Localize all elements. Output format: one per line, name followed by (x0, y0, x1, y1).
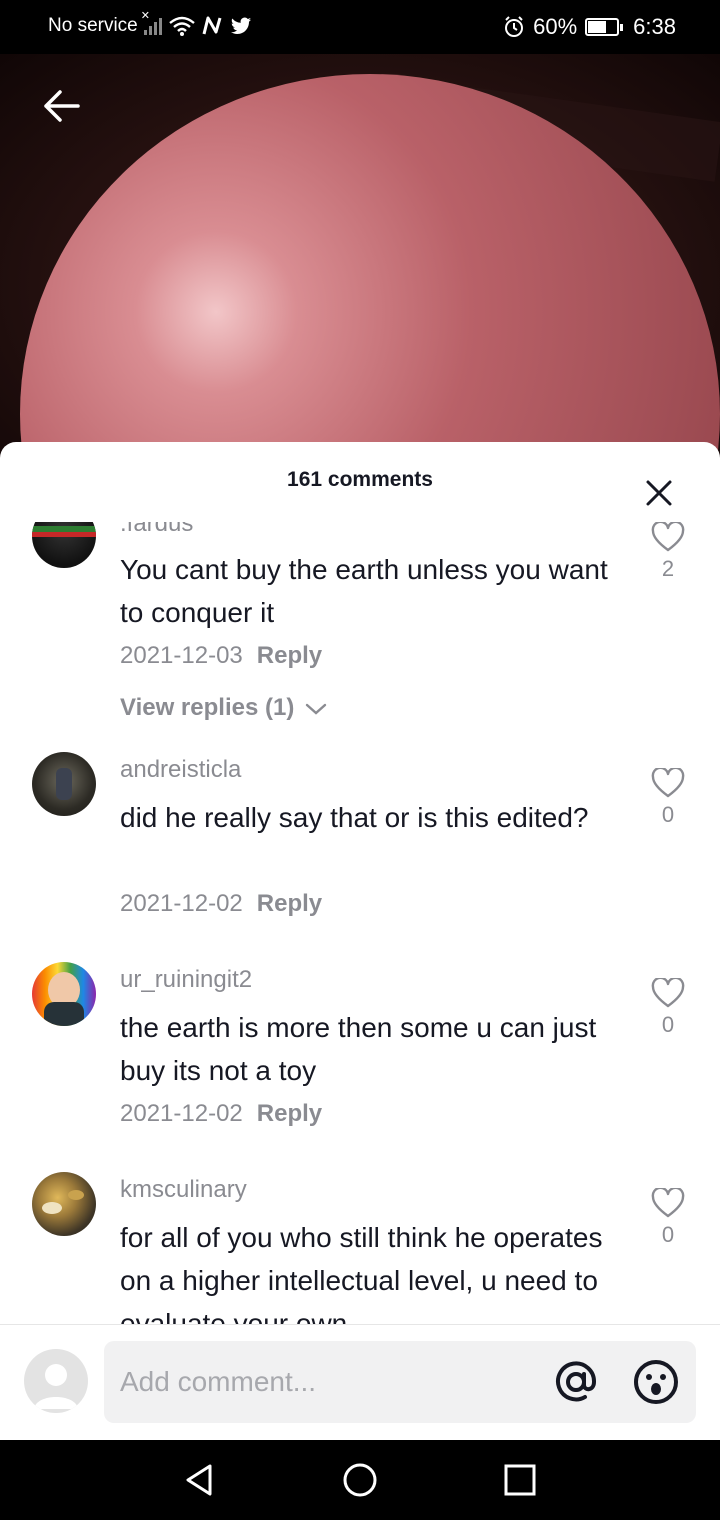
reply-button[interactable]: Reply (257, 890, 322, 917)
comment-date: 2021-12-03 (120, 642, 243, 669)
system-nav-bar (0, 1440, 720, 1520)
heart-icon (651, 978, 685, 1008)
battery-percent: 60% (533, 14, 578, 39)
circle-home-icon (343, 1463, 377, 1497)
view-replies-label: View replies (1) (120, 694, 295, 721)
comment-list[interactable]: .fardus You cant buy the earth unless yo… (0, 522, 720, 1324)
like-count: 0 (661, 1222, 675, 1247)
wifi-icon (168, 16, 195, 36)
mention-button[interactable] (552, 1358, 600, 1406)
clock: 6:38 (633, 14, 676, 39)
comment-username[interactable]: ur_ruiningit2 (120, 966, 252, 994)
comment-meta: 2021-12-02 Reply (120, 1100, 322, 1128)
avatar[interactable] (32, 752, 96, 816)
signal-icon: ✕ (141, 10, 162, 35)
like-count: 0 (661, 1012, 675, 1037)
emoji-icon (634, 1360, 678, 1404)
triangle-back-icon (186, 1464, 212, 1496)
nav-back-button[interactable] (180, 1460, 220, 1500)
comments-sheet: 161 comments .fardus You cant buy the ea… (0, 442, 720, 1440)
reply-button[interactable]: Reply (257, 642, 322, 669)
close-button[interactable] (644, 478, 674, 508)
comment-text: the earth is more then some u can just b… (120, 1012, 597, 1086)
nav-home-button[interactable] (340, 1460, 380, 1500)
like-button[interactable]: 0 (646, 978, 690, 1038)
carrier-text: No service (48, 15, 138, 36)
comment-text: did he really say that or is this edited… (120, 802, 589, 833)
battery-icon (585, 18, 624, 36)
back-button[interactable] (40, 84, 84, 128)
status-bar: No service ✕ 60% 6:38 (0, 0, 720, 54)
comment-field-container (104, 1341, 696, 1423)
comment-item: kmsculinary for all of you who still thi… (0, 1172, 720, 1324)
comment-username[interactable]: kmsculinary (120, 1176, 247, 1204)
like-count: 0 (661, 802, 675, 827)
reply-button[interactable]: Reply (257, 1100, 322, 1127)
heart-icon (651, 1188, 685, 1218)
comment-date: 2021-12-02 (120, 890, 243, 917)
comment-date: 2021-12-02 (120, 1100, 243, 1127)
heart-icon (651, 522, 685, 552)
view-replies-button[interactable]: View replies (1) (120, 694, 327, 722)
nav-recents-button[interactable] (500, 1460, 540, 1500)
back-arrow-icon (44, 90, 80, 122)
at-mention-icon (556, 1361, 597, 1402)
avatar[interactable] (32, 522, 96, 568)
alarm-icon (505, 16, 524, 37)
heart-icon (651, 768, 685, 798)
chevron-down-icon (305, 703, 327, 715)
status-right: 60% 6:38 (503, 14, 676, 40)
square-recents-icon (504, 1464, 536, 1496)
close-icon (646, 480, 672, 506)
comment-meta: 2021-12-03 Reply (120, 642, 322, 670)
comment-item: andreisticla did he really say that or i… (0, 752, 720, 962)
like-button[interactable]: 0 (646, 768, 690, 828)
like-button[interactable]: 2 (646, 522, 690, 582)
comments-header: 161 comments (0, 442, 720, 522)
comment-meta: 2021-12-02 Reply (120, 890, 322, 918)
status-left: No service ✕ (48, 10, 252, 37)
default-avatar-icon (34, 1364, 78, 1409)
like-count: 2 (661, 556, 675, 581)
comment-count-title: 161 comments (287, 468, 433, 491)
comment-input[interactable] (120, 1341, 540, 1423)
avatar[interactable] (32, 1172, 96, 1236)
video-frame[interactable] (0, 54, 720, 474)
like-button[interactable]: 0 (646, 1188, 690, 1248)
comment-text: You cant buy the earth unless you want t… (120, 554, 608, 628)
comment-item: ur_ruiningit2 the earth is more then som… (0, 962, 720, 1172)
twitter-icon (230, 17, 251, 34)
comment-input-bar (0, 1324, 720, 1440)
comment-username[interactable]: .fardus (120, 522, 193, 538)
comment-username[interactable]: andreisticla (120, 756, 241, 784)
comment-text: for all of you who still think he operat… (120, 1222, 603, 1324)
nfc-icon (202, 16, 222, 35)
emoji-button[interactable] (632, 1358, 680, 1406)
avatar[interactable] (32, 962, 96, 1026)
comment-item: .fardus You cant buy the earth unless yo… (0, 522, 720, 752)
current-user-avatar (24, 1349, 88, 1413)
